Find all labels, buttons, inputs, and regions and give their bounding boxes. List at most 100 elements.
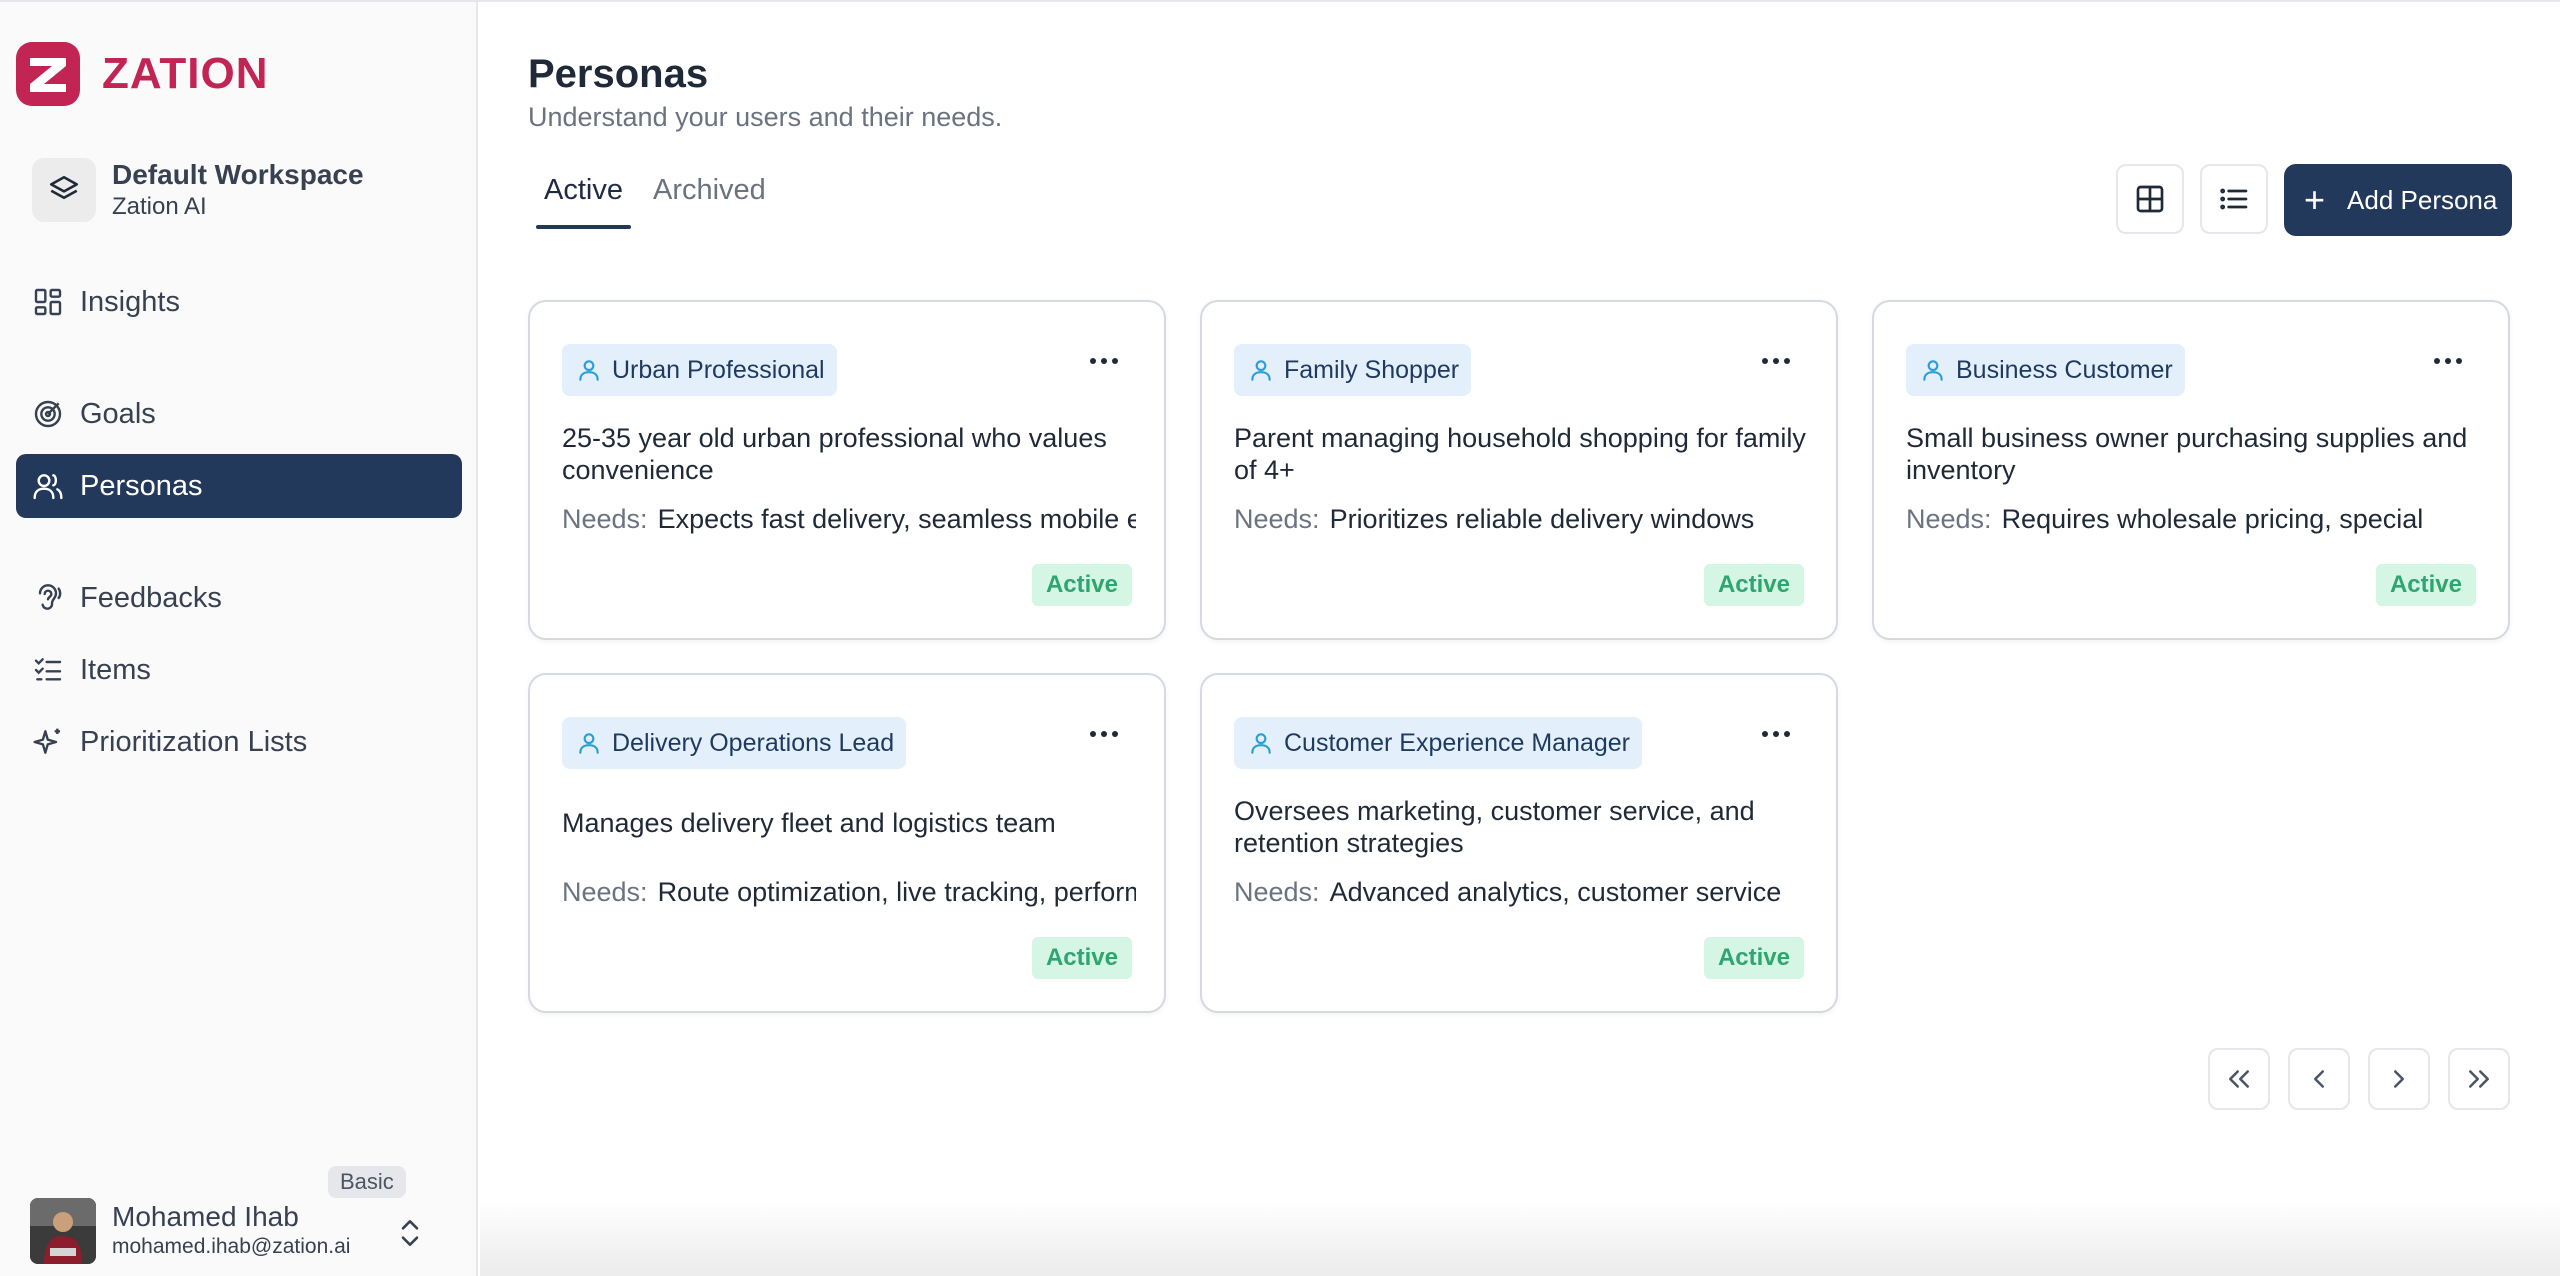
needs-value: Expects fast delivery, seamless mobile e… [657,504,1136,534]
user-icon [1923,360,1943,381]
list-icon [2220,188,2248,210]
zation-logo-icon [16,42,80,106]
persona-card[interactable]: Urban Professional 25-35 year old urban … [528,300,1166,640]
persona-card[interactable]: Delivery Operations Lead Manages deliver… [528,673,1166,1013]
user-icon [579,360,599,381]
ear-icon [38,584,62,610]
needs-label: Needs: [562,877,648,907]
user-icon [579,733,599,754]
sidebar: ZATION Default Workspace Zation AI Insig… [0,2,478,1276]
sparkles-icon [33,728,60,754]
brand-logo[interactable]: ZATION [16,42,269,106]
persona-name-tag: Customer Experience Manager [1234,717,1642,769]
status-badge: Active [2375,564,2476,606]
chevrons-right-icon [2469,1070,2489,1088]
brand-name: ZATION [102,49,269,98]
persona-needs: Needs: Advanced analytics, customer servi… [1234,877,1808,908]
layers-icon [32,158,96,222]
tab-archived[interactable]: Archived [645,166,774,229]
bottom-shade [480,1200,2560,1276]
persona-name: Customer Experience Manager [1284,728,1630,757]
persona-name: Delivery Operations Lead [612,728,895,757]
needs-value: Route optimization, live tracking, perfo… [657,877,1136,907]
sidebar-item-goals[interactable]: Goals [16,382,462,446]
page-subtitle: Understand your users and their needs. [528,102,1003,132]
sidebar-item-prioritization-lists[interactable]: Prioritization Lists [16,710,462,774]
persona-description: Oversees marketing, customer service, an… [1234,796,1755,858]
more-options-icon[interactable] [1090,358,1118,364]
persona-needs: Needs: Route optimization, live tracking,… [562,877,1136,908]
user-icon [1251,360,1271,381]
chevron-right-icon [2394,1070,2404,1088]
sidebar-item-insights[interactable]: Insights [16,270,462,334]
grid-view-button[interactable] [2116,164,2184,234]
chevrons-up-down-icon[interactable] [396,1216,424,1250]
last-page-button[interactable] [2448,1048,2510,1110]
workspace-name: Default Workspace [112,159,364,190]
persona-name-tag: Business Customer [1906,344,2185,396]
needs-value: Requires wholesale pricing, special [2001,504,2424,534]
user-name: Mohamed Ihab [112,1201,299,1232]
persona-name-tag: Delivery Operations Lead [562,717,907,769]
persona-needs: Needs: Requires wholesale pricing, specia… [1906,504,2480,535]
list-view-button[interactable] [2200,164,2268,234]
workspace-switcher[interactable]: Default Workspace Zation AI [32,158,364,222]
needs-label: Needs: [1906,504,1992,534]
sidebar-item-personas[interactable]: Personas [16,454,462,518]
needs-label: Needs: [1234,504,1320,534]
workspace-org: Zation AI [112,193,207,220]
tab-active[interactable]: Active [536,166,631,229]
user-email: mohamed.ihab@zation.ai [112,1235,351,1258]
status-badge: Active [1031,937,1132,979]
chevrons-left-icon [2229,1070,2249,1088]
sidebar-item-label: Goals [80,397,156,430]
persona-tabs: Active Archived [536,166,788,229]
status-badge: Active [1703,564,1804,606]
user-menu[interactable]: Mohamed Ihab mohamed.ihab@zation.ai [30,1198,350,1264]
needs-label: Needs: [1234,877,1320,907]
page-title: Personas [528,52,709,96]
persona-card[interactable]: Customer Experience Manager Oversees mar… [1200,673,1838,1013]
persona-name: Family Shopper [1284,355,1460,384]
add-persona-label: Add Persona [2347,184,2498,215]
persona-description: Small business owner purchasing supplies… [1906,423,2468,485]
target-icon [34,400,62,428]
plan-badge: Basic [328,1166,406,1198]
persona-card[interactable]: Business Customer Small business owner p… [1872,300,2510,640]
sidebar-item-feedbacks[interactable]: Feedbacks [16,566,462,630]
status-badge: Active [1031,564,1132,606]
chevron-left-icon [2314,1070,2324,1088]
sidebar-item-label: Insights [80,285,180,318]
first-page-button[interactable] [2208,1048,2270,1110]
avatar [30,1198,96,1264]
persona-description: 25-35 year old urban professional who va… [562,423,1107,485]
persona-name-tag: Family Shopper [1234,344,1472,396]
persona-name: Urban Professional [612,355,825,384]
sidebar-item-label: Personas [80,469,203,502]
more-options-icon[interactable] [2434,358,2462,364]
previous-page-button[interactable] [2288,1048,2350,1110]
status-badge: Active [1703,937,1804,979]
sidebar-item-items[interactable]: Items [16,638,462,702]
persona-needs: Needs: Expects fast delivery, seamless mo… [562,504,1136,535]
plus-icon: + [2304,179,2326,220]
persona-card[interactable]: Family Shopper Parent managing household… [1200,300,1838,640]
next-page-button[interactable] [2368,1048,2430,1110]
users-icon [33,474,63,500]
more-options-icon[interactable] [1090,731,1118,737]
needs-value: Advanced analytics, customer service [1329,877,1782,907]
user-icon [1251,733,1271,754]
persona-name: Business Customer [1956,355,2173,384]
dashboard-icon [34,288,62,316]
main-content: Personas Understand your users and their… [480,0,2560,1276]
sidebar-item-label: Prioritization Lists [80,725,308,758]
persona-name-tag: Urban Professional [562,344,837,396]
persona-needs: Needs: Prioritizes reliable delivery wind… [1234,504,1808,535]
grid-icon [2136,185,2164,213]
more-options-icon[interactable] [1762,358,1790,364]
more-options-icon[interactable] [1762,731,1790,737]
checklist-icon [34,658,62,681]
add-persona-button[interactable]: + Add Persona [2284,164,2512,236]
sidebar-item-label: Feedbacks [80,581,222,614]
persona-description: Manages delivery fleet and logistics tea… [562,808,1056,838]
